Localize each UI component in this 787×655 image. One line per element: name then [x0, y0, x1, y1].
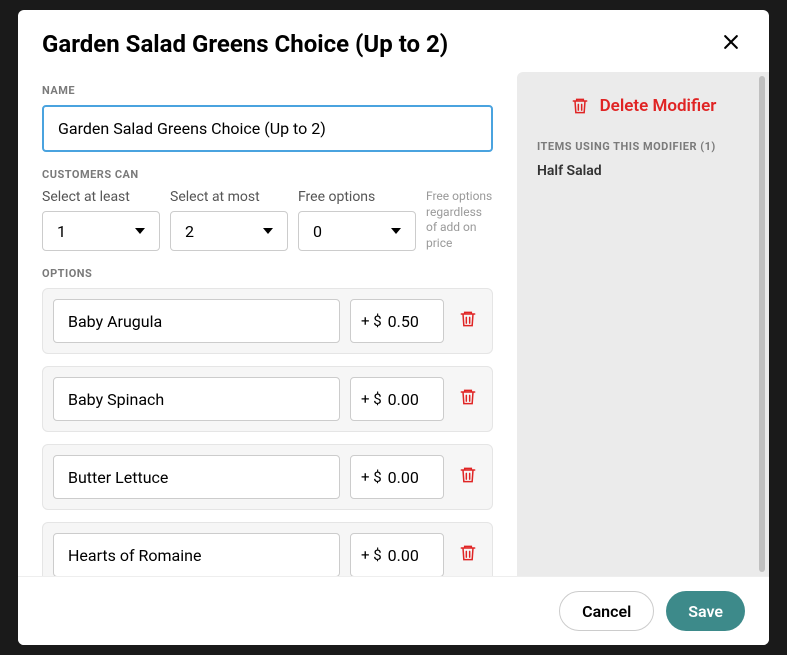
option-price-input[interactable]: + $ 0.00: [350, 377, 444, 421]
price-prefix: + $: [361, 390, 382, 408]
modal-title: Garden Salad Greens Choice (Up to 2): [42, 30, 448, 58]
select-at-most-value: 2: [185, 222, 194, 241]
delete-option-button[interactable]: [454, 539, 482, 571]
option-row: + $ 0.00: [42, 366, 493, 432]
price-value: 0.50: [388, 312, 428, 331]
modal-footer: Cancel Save: [18, 576, 769, 645]
left-panel: NAME CUSTOMERS CAN Select at least 1 Sel…: [18, 72, 517, 576]
option-name-input[interactable]: [53, 455, 340, 499]
select-at-least-field: Select at least 1: [42, 189, 160, 251]
delete-modifier-label: Delete Modifier: [600, 96, 717, 116]
items-using-label: ITEMS USING THIS MODIFIER (1): [537, 140, 749, 153]
trash-icon: [570, 96, 590, 116]
option-name-input[interactable]: [53, 299, 340, 343]
option-row: + $ 0.00: [42, 444, 493, 510]
select-at-most-label: Select at most: [170, 189, 288, 205]
free-options-field: Free options 0: [298, 189, 416, 251]
trash-icon: [458, 465, 478, 485]
cancel-button[interactable]: Cancel: [559, 591, 654, 631]
price-value: 0.00: [388, 546, 428, 565]
price-prefix: + $: [361, 468, 382, 486]
close-icon: [721, 32, 741, 52]
modal-header: Garden Salad Greens Choice (Up to 2): [18, 10, 769, 72]
chevron-down-icon: [391, 228, 401, 234]
options-label: OPTIONS: [42, 267, 493, 280]
trash-icon: [458, 387, 478, 407]
free-options-value: 0: [313, 222, 322, 241]
free-options-dropdown[interactable]: 0: [298, 211, 416, 251]
chevron-down-icon: [263, 228, 273, 234]
select-at-least-value: 1: [57, 222, 66, 241]
item-using-link[interactable]: Half Salad: [537, 163, 749, 179]
price-prefix: + $: [361, 312, 382, 330]
delete-modifier-button[interactable]: Delete Modifier: [537, 96, 749, 116]
name-label: NAME: [42, 84, 493, 97]
price-value: 0.00: [388, 468, 428, 487]
options-list: + $ 0.50 + $ 0.00 + $ 0.00 + $ 0.00: [42, 288, 493, 576]
option-row: + $ 0.50: [42, 288, 493, 354]
delete-option-button[interactable]: [454, 305, 482, 337]
chevron-down-icon: [135, 228, 145, 234]
price-value: 0.00: [388, 390, 428, 409]
price-prefix: + $: [361, 546, 382, 564]
save-button[interactable]: Save: [666, 591, 745, 631]
delete-option-button[interactable]: [454, 383, 482, 415]
items-using-list: Half Salad: [537, 163, 749, 179]
modifier-modal: Garden Salad Greens Choice (Up to 2) NAM…: [18, 10, 769, 645]
free-options-label: Free options: [298, 189, 416, 205]
select-at-least-dropdown[interactable]: 1: [42, 211, 160, 251]
option-row: + $ 0.00: [42, 522, 493, 576]
close-button[interactable]: [717, 28, 745, 60]
customers-can-label: CUSTOMERS CAN: [42, 168, 493, 181]
option-price-input[interactable]: + $ 0.00: [350, 533, 444, 576]
option-name-input[interactable]: [53, 533, 340, 576]
select-at-least-label: Select at least: [42, 189, 160, 205]
free-options-note: Free options regardless of add on price: [426, 189, 493, 251]
trash-icon: [458, 543, 478, 563]
option-price-input[interactable]: + $ 0.00: [350, 455, 444, 499]
select-at-most-field: Select at most 2: [170, 189, 288, 251]
option-name-input[interactable]: [53, 377, 340, 421]
trash-icon: [458, 309, 478, 329]
option-price-input[interactable]: + $ 0.50: [350, 299, 444, 343]
modal-body: NAME CUSTOMERS CAN Select at least 1 Sel…: [18, 72, 769, 576]
customers-can-row: Select at least 1 Select at most 2 Free …: [42, 189, 493, 251]
name-input[interactable]: [42, 105, 493, 152]
select-at-most-dropdown[interactable]: 2: [170, 211, 288, 251]
delete-option-button[interactable]: [454, 461, 482, 493]
right-panel: Delete Modifier ITEMS USING THIS MODIFIE…: [517, 72, 769, 576]
